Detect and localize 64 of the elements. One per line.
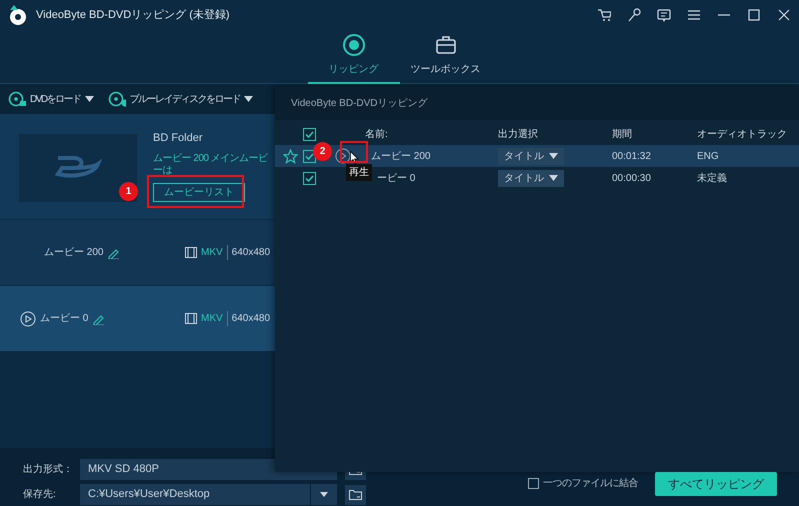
column-header: オーディオトラック — [697, 128, 788, 142]
load-button[interactable]: DVDをロード — [8, 91, 94, 107]
source-info: ムービー 200 メインムービーは — [153, 152, 269, 178]
title-name: ムービー 0 — [40, 312, 88, 326]
toolbox-icon — [434, 34, 456, 56]
pencil-icon[interactable] — [92, 312, 104, 324]
column-header: 期間 — [612, 128, 633, 142]
folder-button[interactable] — [345, 484, 366, 504]
caret-icon — [244, 96, 254, 102]
play-icon[interactable] — [335, 148, 351, 164]
field-label: 出力形式： — [23, 462, 74, 477]
output-dropdown[interactable]: タイトル — [498, 148, 564, 164]
cart-icon[interactable] — [597, 8, 611, 22]
caret-icon — [549, 153, 558, 159]
play-icon[interactable] — [20, 310, 36, 326]
pencil-icon[interactable] — [107, 246, 120, 258]
close-icon[interactable] — [777, 8, 791, 22]
merge-checkbox[interactable]: 一つのファイルに結合 — [528, 476, 638, 491]
table-cell-text: 00:01:32 — [612, 150, 652, 164]
check-icon — [305, 130, 314, 138]
column-header: 名前: — [365, 128, 389, 142]
key-icon[interactable] — [627, 8, 641, 22]
resolution-label: 640x480 — [226, 245, 270, 260]
check-icon — [305, 174, 314, 182]
table-cell-text: 00:00:30 — [612, 172, 652, 186]
movie-name: ービー 0 — [376, 172, 416, 186]
format-label: MKV — [201, 312, 223, 326]
highlight-frame — [340, 141, 368, 163]
folder-icon — [349, 489, 362, 500]
dvd-icon — [8, 91, 26, 107]
column-header: 出力選択 — [498, 128, 539, 142]
caret-icon — [549, 175, 558, 181]
bluray-disc-icon — [108, 91, 126, 107]
resolution-label: 640x480 — [226, 311, 270, 326]
film-icon — [185, 247, 197, 258]
rip-all-button[interactable]: すべてリッピング — [655, 472, 777, 496]
check-icon — [305, 152, 314, 160]
output-field[interactable]: C:¥Users¥User¥Desktop — [80, 484, 337, 505]
caret-icon — [84, 96, 94, 102]
format-label: MKV — [201, 246, 223, 260]
window-title: VideoByte BD-DVDリッピング (未登録) — [36, 8, 230, 23]
title-name: ムービー 200 — [44, 246, 104, 260]
app-logo-icon — [8, 4, 28, 26]
chat-icon[interactable] — [657, 8, 671, 22]
caret-icon[interactable] — [320, 492, 328, 497]
table-cell-text: ENG — [697, 150, 720, 164]
source-name: BD Folder — [153, 131, 203, 146]
disc-icon — [342, 34, 364, 56]
tab[interactable]: ツールボックス — [400, 30, 492, 84]
cursor-icon — [350, 151, 359, 164]
film-icon — [185, 313, 197, 324]
load-button[interactable]: ブルーレイディスクをロード — [108, 91, 254, 107]
menu-icon[interactable] — [687, 8, 701, 22]
field-label: 保存先: — [23, 488, 57, 502]
movie-name: ムービー 200 — [370, 150, 430, 164]
output-dropdown[interactable]: タイトル — [498, 170, 564, 186]
checkbox[interactable] — [303, 128, 316, 140]
dialog-title: VideoByte BD-DVDリッピング — [275, 87, 799, 120]
maximize-icon[interactable] — [747, 8, 761, 22]
table-cell-text: 未定義 — [697, 172, 728, 186]
tooltip: 再生 — [346, 164, 372, 181]
movie-list-button[interactable]: ムービーリスト — [153, 182, 245, 202]
star-icon[interactable] — [283, 148, 298, 164]
checkbox[interactable] — [303, 172, 316, 184]
